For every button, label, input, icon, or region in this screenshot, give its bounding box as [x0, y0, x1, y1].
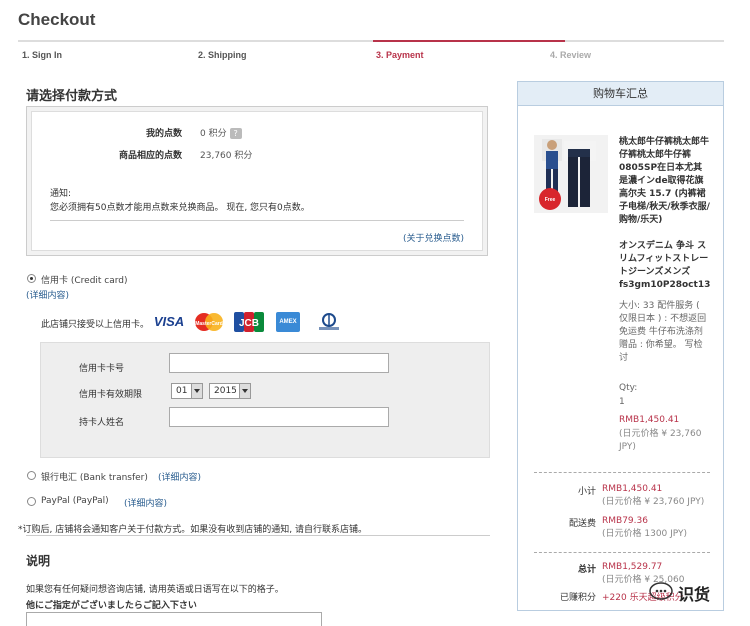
cart-divider-1 — [534, 472, 710, 473]
credit-card-form: 信用卡卡号 信用卡有效期限 01 2015 持卡人姓名 — [40, 342, 490, 458]
visa-icon: VISA — [153, 314, 185, 329]
mastercard-icon-svg: MasterCard — [195, 313, 223, 331]
my-points-label: 我的点数 — [145, 129, 182, 139]
product-price: RMB1,450.41 — [619, 415, 680, 425]
product-name[interactable]: 桃太郎牛仔裤桃太郎牛仔裤桃太郎牛仔裤0805SP在日本尤其是濃インde取得花旗高… — [619, 136, 711, 227]
product-size-info: 大小: 33 配件服务 ( 仅限日本 ) : 不想返回免运费 牛仔布洗涤剂 赠品… — [619, 301, 707, 363]
total-label: 总计 — [577, 565, 596, 575]
amex-icon: AMEX — [276, 312, 300, 332]
chevron-down-icon — [191, 384, 202, 398]
payment-section-title: 请选择付款方式 — [26, 89, 118, 104]
product-image[interactable]: Free — [534, 135, 608, 213]
shipping-jpy: (日元价格 1300 JPY) — [602, 529, 688, 539]
cart-summary: 购物车汇总 Free 桃太郎牛仔裤桃太郎牛仔裤桃太郎牛仔裤0805SP在日本尤其… — [517, 81, 724, 611]
cart-divider-2 — [534, 552, 710, 553]
notice-text: 您必须拥有50点数才能用点数来兑换商品。 现在, 您只有0点数。 — [50, 203, 310, 213]
exchange-points-link[interactable]: (关于兑换点数) — [403, 231, 464, 244]
paypal-radio[interactable] — [27, 497, 36, 506]
qty-value: 1 — [619, 397, 625, 407]
chevron-down-icon — [239, 384, 250, 398]
product-points-label: 商品相应的点数 — [118, 151, 182, 161]
my-points-value-wrap: 0 积分? — [200, 126, 242, 139]
step-shipping[interactable]: 2. Shipping — [198, 50, 247, 60]
points-inner-panel: 我的点数 0 积分? 商品相应的点数 23,760 积分 通知: 您必须拥有50… — [31, 111, 483, 251]
credit-card-label: 信用卡 (Credit card) — [41, 276, 128, 286]
card-number-input[interactable] — [169, 353, 389, 373]
section-divider — [26, 535, 490, 536]
notes-textarea[interactable] — [26, 612, 322, 626]
card-number-label: 信用卡卡号 — [79, 364, 125, 374]
help-icon[interactable]: ? — [229, 128, 242, 139]
expiry-month-value: 01 — [176, 386, 188, 396]
expiry-label: 信用卡有效期限 — [79, 390, 143, 400]
paypal-details-link[interactable]: (详细内容) — [124, 496, 167, 509]
credit-card-details-link[interactable]: (详细内容) — [26, 288, 69, 301]
points-divider — [50, 220, 464, 221]
qty-label: Qty: — [619, 383, 638, 393]
credit-card-radio[interactable] — [27, 274, 36, 283]
expiry-year-value: 2015 — [214, 386, 237, 396]
my-points-value: 0 积分 — [200, 129, 227, 139]
notes-line-2: 他にご指定がございましたらご記入下さい — [26, 601, 197, 611]
step-review: 4. Review — [550, 50, 592, 60]
total-value: RMB1,529.77 — [602, 562, 663, 572]
svg-text:Free: Free — [545, 197, 556, 203]
subtotal: RMB1,450.41 (日元价格 ¥ 23,760 JPY) — [602, 484, 704, 507]
cardholder-name-input[interactable] — [169, 407, 389, 427]
jcb-icon: JCB — [234, 312, 264, 332]
step-progress-bar — [18, 40, 724, 42]
step-payment: 3. Payment — [376, 50, 424, 60]
notice-label: 通知: — [50, 189, 72, 199]
diners-club-icon — [314, 312, 344, 332]
accepted-cards-label: 此店铺只接受以上信用卡。 — [41, 320, 150, 330]
points-box: 我的点数 0 积分? 商品相应的点数 23,760 积分 通知: 您必须拥有50… — [26, 106, 488, 256]
bank-transfer-details-link[interactable]: (详细内容) — [158, 470, 201, 483]
product-name-jp: オンスデニム 争斗 スリムフィットストレートジーンズメンズ fs3gm10P28… — [619, 241, 711, 290]
jcb-icon-svg: JCB — [234, 312, 264, 332]
bank-transfer-radio[interactable] — [27, 471, 36, 480]
product-points-value: 23,760 积分 — [200, 151, 253, 161]
watermark-text: 识货 — [678, 585, 711, 604]
subtotal-label: 小计 — [577, 487, 596, 497]
subtotal-value: RMB1,450.41 — [602, 484, 663, 494]
notes-line-1: 如果您有任何疑问想咨询店铺, 请用英语或日语写在以下的格子。 — [26, 585, 284, 595]
payment-footnote: *订购后, 店铺将会通知客户关于付款方式。如果没有收到店铺的通知, 请自行联系店… — [18, 525, 367, 535]
cart-summary-title: 购物车汇总 — [518, 82, 723, 106]
earned-points-label: 已赚积分 — [559, 593, 596, 603]
subtotal-jpy: (日元价格 ¥ 23,760 JPY) — [602, 497, 705, 507]
notes-title: 说明 — [26, 554, 51, 568]
page-title: Checkout — [18, 10, 96, 29]
expiry-month-select[interactable]: 01 — [171, 383, 203, 399]
step-progress-active — [373, 40, 565, 42]
expiry-year-select[interactable]: 2015 — [209, 383, 251, 399]
cardholder-name-label: 持卡人姓名 — [79, 418, 125, 428]
product-image-svg: Free — [534, 135, 608, 213]
mastercard-icon: MasterCard — [192, 312, 226, 332]
product-price-jpy: (日元价格 ¥ 23,760 JPY) — [619, 429, 702, 452]
svg-text:JCB: JCB — [239, 318, 259, 329]
shipping-value: RMB79.36 — [602, 516, 648, 526]
shipping-label: 配送费 — [568, 519, 596, 529]
shipping: RMB79.36 (日元价格 1300 JPY) — [602, 516, 687, 539]
paypal-label: PayPal (PayPal) — [41, 496, 109, 506]
watermark: 识货 — [648, 573, 738, 609]
bank-transfer-label: 银行电汇 (Bank transfer) — [41, 473, 148, 483]
diners-club-icon-svg — [319, 313, 339, 330]
step-sign-in[interactable]: 1. Sign In — [22, 50, 62, 60]
svg-text:MasterCard: MasterCard — [195, 321, 223, 327]
chat-bubble-icon — [649, 582, 673, 600]
